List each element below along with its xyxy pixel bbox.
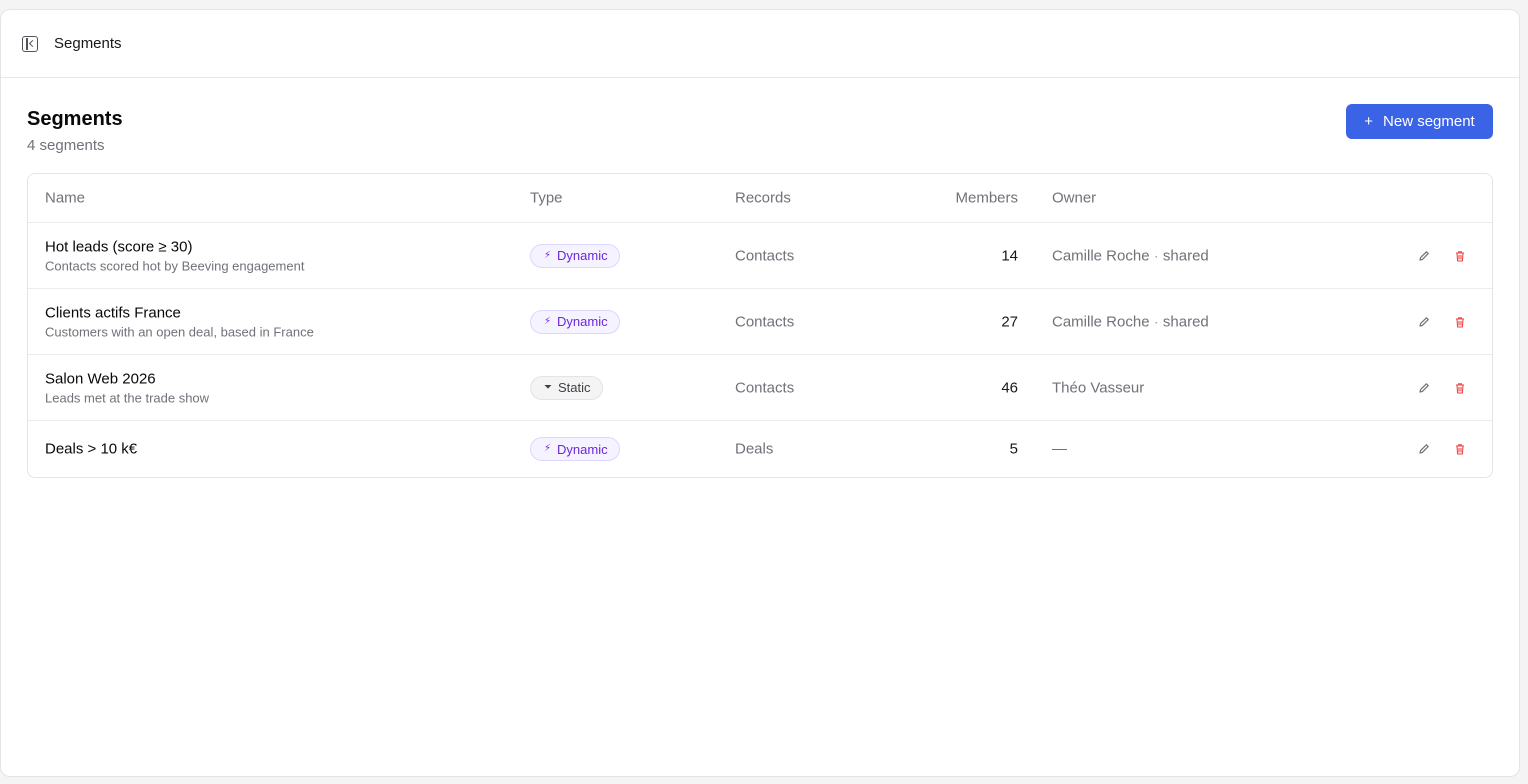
table-header: Name Type Records Members Owner bbox=[28, 174, 1492, 223]
row-actions bbox=[1417, 315, 1467, 329]
owner-shared: shared bbox=[1162, 247, 1209, 264]
new-segment-label: New segment bbox=[1383, 113, 1475, 130]
col-name: Name bbox=[45, 189, 86, 207]
records-cell: Deals bbox=[735, 440, 774, 458]
segment-name-cell: Deals > 10 k€ bbox=[45, 441, 137, 458]
table-row[interactable]: Deals > 10 k€ ⚡ Dynamic Deals 5 — bbox=[28, 421, 1492, 477]
segments-table: Name Type Records Members Owner Hot lead… bbox=[27, 173, 1493, 478]
type-label: Dynamic bbox=[557, 441, 608, 457]
trash-icon[interactable] bbox=[1453, 442, 1467, 456]
type-badge: ⚡ Dynamic bbox=[530, 243, 620, 268]
segment-count: 4 segments bbox=[27, 137, 105, 154]
type-badge: ⚡ Dynamic bbox=[530, 437, 620, 461]
topbar-title: Segments bbox=[54, 35, 122, 52]
bolt-icon: ⚡ bbox=[544, 249, 552, 261]
records-cell: Contacts bbox=[735, 313, 795, 330]
owner-cell: Camille Roche · shared bbox=[1052, 247, 1209, 264]
type-badge: ⏷ Static bbox=[530, 375, 603, 400]
segment-name[interactable]: Salon Web 2026 bbox=[45, 370, 209, 387]
members-cell: 5 bbox=[1009, 440, 1018, 458]
type-cell: ⚡ Dynamic bbox=[530, 309, 620, 334]
col-owner: Owner bbox=[1052, 189, 1097, 207]
type-badge: ⚡ Dynamic bbox=[530, 309, 620, 334]
segment-description: Customers with an open deal, based in Fr… bbox=[45, 324, 314, 339]
owner-separator: · bbox=[1149, 313, 1163, 330]
table-row[interactable]: Clients actifs France Customers with an o… bbox=[28, 289, 1492, 355]
pencil-icon[interactable] bbox=[1417, 249, 1431, 263]
row-actions bbox=[1417, 442, 1467, 456]
owner-separator: · bbox=[1149, 247, 1163, 264]
bolt-icon: ⚡ bbox=[544, 443, 552, 454]
new-segment-button[interactable]: + New segment bbox=[1346, 104, 1493, 139]
segment-description: Contacts scored hot by Beeving engagemen… bbox=[45, 258, 305, 273]
sidebar-toggle-icon[interactable] bbox=[22, 35, 38, 52]
members-cell: 14 bbox=[1001, 247, 1018, 264]
col-type: Type bbox=[530, 189, 563, 207]
segment-name[interactable]: Clients actifs France bbox=[45, 304, 314, 321]
segment-name-cell: Clients actifs France Customers with an o… bbox=[45, 304, 314, 339]
records-cell: Contacts bbox=[735, 247, 795, 264]
page-title: Segments bbox=[27, 108, 123, 130]
pencil-icon[interactable] bbox=[1417, 315, 1431, 329]
type-label: Static bbox=[558, 380, 591, 395]
owner-cell: Théo Vasseur bbox=[1052, 379, 1144, 396]
segment-description: Leads met at the trade show bbox=[45, 390, 210, 405]
trash-icon[interactable] bbox=[1453, 381, 1467, 395]
owner-shared: shared bbox=[1162, 313, 1209, 330]
segment-name-cell: Hot leads (score ≥ 30) Contacts scored ho… bbox=[45, 238, 304, 273]
filter-icon: ⏷ bbox=[544, 381, 552, 393]
owner-name: Théo Vasseur bbox=[1052, 379, 1145, 396]
type-cell: ⏷ Static bbox=[530, 375, 603, 400]
owner-name: Camille Roche bbox=[1052, 247, 1150, 264]
trash-icon[interactable] bbox=[1453, 315, 1467, 329]
owner-cell: Camille Roche · shared bbox=[1052, 313, 1209, 330]
app-window: Segments Segments 4 segments + New segme… bbox=[0, 9, 1520, 777]
table-row[interactable]: Hot leads (score ≥ 30) Contacts scored ho… bbox=[28, 223, 1492, 289]
topbar: Segments bbox=[1, 10, 1519, 78]
members-cell: 27 bbox=[1001, 313, 1018, 330]
owner-name: Camille Roche bbox=[1052, 313, 1150, 330]
table-row[interactable]: Salon Web 2026 Leads met at the trade sho… bbox=[28, 355, 1492, 421]
col-records: Records bbox=[735, 189, 791, 207]
pencil-icon[interactable] bbox=[1417, 381, 1431, 395]
row-actions bbox=[1417, 249, 1467, 263]
owner-cell: — bbox=[1052, 441, 1067, 458]
segment-name-cell: Salon Web 2026 Leads met at the trade sho… bbox=[45, 370, 209, 405]
pencil-icon[interactable] bbox=[1417, 442, 1431, 456]
records-cell: Contacts bbox=[735, 379, 795, 396]
type-label: Dynamic bbox=[557, 248, 608, 263]
segment-name[interactable]: Deals > 10 k€ bbox=[45, 441, 137, 458]
members-cell: 46 bbox=[1001, 379, 1018, 396]
trash-icon[interactable] bbox=[1453, 249, 1467, 263]
type-label: Dynamic bbox=[557, 314, 608, 329]
plus-icon: + bbox=[1364, 113, 1374, 130]
bolt-icon: ⚡ bbox=[544, 315, 552, 327]
type-cell: ⚡ Dynamic bbox=[530, 437, 620, 461]
segment-name[interactable]: Hot leads (score ≥ 30) bbox=[45, 238, 304, 255]
row-actions bbox=[1417, 381, 1467, 395]
owner-name: — bbox=[1052, 440, 1067, 458]
type-cell: ⚡ Dynamic bbox=[530, 243, 620, 268]
col-members: Members bbox=[955, 189, 1018, 207]
